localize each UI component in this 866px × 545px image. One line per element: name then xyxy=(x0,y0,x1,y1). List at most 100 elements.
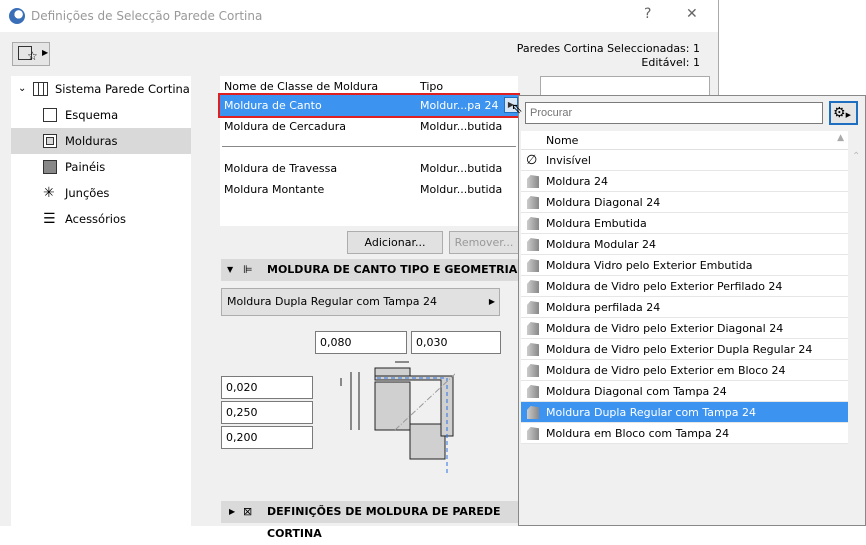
add-button[interactable]: Adicionar... xyxy=(347,231,443,254)
item-label: Moldura de Vidro pelo Exterior Diagonal … xyxy=(546,322,784,335)
sidebar-item-label: Junções xyxy=(65,186,110,200)
item-label: Moldura de Vidro pelo Exterior Dupla Reg… xyxy=(546,343,813,356)
row-name: Moldura de Travessa xyxy=(224,162,338,175)
column-type[interactable]: Tipo xyxy=(420,76,443,97)
frame-profile-icon xyxy=(527,175,539,188)
sidebar-item-esquema[interactable]: Esquema xyxy=(11,102,191,128)
row-type: Moldur...pa 24 xyxy=(420,99,499,112)
offset-input[interactable]: 0,020 xyxy=(221,376,313,399)
app-logo-icon xyxy=(9,8,25,24)
section-title: MOLDURA DE CANTO TIPO E GEOMETRIA xyxy=(267,263,518,276)
list-item[interactable]: Moldura em Bloco com Tampa 24 xyxy=(521,423,848,444)
frame-class-table: Nome de Classe de Moldura Tipo Moldura d… xyxy=(218,76,520,226)
list-item[interactable]: Moldura perfilada 24 xyxy=(521,297,848,318)
sidebar-item-molduras[interactable]: Molduras xyxy=(11,128,191,154)
item-label: Moldura de Vidro pelo Exterior Perfilado… xyxy=(546,280,783,293)
list-item[interactable]: Moldura Embutida xyxy=(521,213,848,234)
gear-icon[interactable]: ⚙▶ xyxy=(829,101,858,125)
chevron-down-icon: ⌄ xyxy=(18,83,27,94)
list-item[interactable]: Moldura Modular 24 xyxy=(521,234,848,255)
item-label: Invisível xyxy=(546,154,591,167)
frame-profile-icon xyxy=(527,322,539,335)
selection-info: Paredes Cortina Seleccionadas: 1 Editáve… xyxy=(517,42,700,70)
accessories-icon: ☰ xyxy=(43,211,56,227)
frame-profile-icon xyxy=(527,196,539,209)
item-label: Moldura Vidro pelo Exterior Embutida xyxy=(546,259,753,272)
preview xyxy=(540,76,710,96)
geometry-section-header[interactable]: ▼ ⊫ MOLDURA DE CANTO TIPO E GEOMETRIA xyxy=(221,259,518,281)
width-input[interactable]: 0,080 xyxy=(315,331,407,354)
selected-count: Paredes Cortina Seleccionadas: 1 xyxy=(516,42,700,55)
help-button[interactable]: ? xyxy=(644,6,651,22)
sidebar-root[interactable]: ⌄ Sistema Parede Cortina xyxy=(11,76,191,102)
list-item[interactable]: Moldura Dupla Regular com Tampa 24 xyxy=(521,402,848,423)
sidebar-item-juncoes[interactable]: ✳ Junções xyxy=(11,180,191,206)
junctions-icon: ✳ xyxy=(43,185,55,201)
frame-profile-icon xyxy=(527,364,539,377)
editable-count: Editável: 1 xyxy=(641,56,700,69)
search-input[interactable] xyxy=(525,102,823,124)
frame-profile-icon xyxy=(527,385,539,398)
sidebar-item-label: Esquema xyxy=(65,108,119,122)
favorites-button[interactable]: ☆ ▶ xyxy=(12,42,50,66)
list-item[interactable]: Moldura de Vidro pelo Exterior Diagonal … xyxy=(521,318,848,339)
sidebar-item-label: Painéis xyxy=(65,160,106,174)
item-label: Moldura perfilada 24 xyxy=(546,301,661,314)
sidebar-item-label: Acessórios xyxy=(65,212,127,226)
frame-profile-icon xyxy=(527,343,539,356)
frame-profile-icon xyxy=(527,280,539,293)
column-name[interactable]: Nome de Classe de Moldura xyxy=(224,76,378,97)
invisible-icon: ∅ xyxy=(526,153,538,168)
item-label: Moldura Diagonal com Tampa 24 xyxy=(546,385,727,398)
depth-input[interactable]: 0,250 xyxy=(221,401,313,424)
frames-icon xyxy=(43,134,57,148)
section-title: DEFINIÇÕES DE MOLDURA DE PAREDE CORTINA xyxy=(267,505,501,540)
sidebar-item-paineis[interactable]: Painéis xyxy=(11,154,191,180)
list-item[interactable]: ∅ Invisível xyxy=(521,150,848,171)
dialog-title: Definições de Selecção Parede Cortina xyxy=(31,9,263,23)
table-row[interactable]: Moldura de Travessa Moldur...butida xyxy=(220,158,518,179)
cap-width-input[interactable]: 0,030 xyxy=(411,331,501,354)
chevron-right-icon: ▶ xyxy=(488,297,495,306)
item-label: Moldura em Bloco com Tampa 24 xyxy=(546,427,730,440)
frame-type-value: Moldura Dupla Regular com Tampa 24 xyxy=(227,295,437,308)
frame-profile-icon xyxy=(527,427,539,440)
list-item[interactable]: Moldura Vidro pelo Exterior Embutida xyxy=(521,255,848,276)
table-header: Nome de Classe de Moldura Tipo xyxy=(220,76,518,97)
item-label: Moldura de Vidro pelo Exterior em Bloco … xyxy=(546,364,786,377)
close-button[interactable]: ✕ xyxy=(686,6,698,22)
depth2-input[interactable]: 0,200 xyxy=(221,426,313,449)
frame-profile-icon xyxy=(527,217,539,230)
frame-type-dropdown[interactable]: Moldura Dupla Regular com Tampa 24 ▶ xyxy=(221,288,500,316)
settings-icon: ⊠ xyxy=(243,505,253,518)
list-item[interactable]: Moldura de Vidro pelo Exterior Dupla Reg… xyxy=(521,339,848,360)
sidebar-root-label: Sistema Parede Cortina xyxy=(55,82,190,96)
row-name: Moldura de Cercadura xyxy=(224,120,346,133)
row-type: Moldur...butida xyxy=(420,120,503,133)
column-header-name[interactable]: Nome ▲ xyxy=(521,131,848,150)
list-item[interactable]: Moldura Diagonal 24 xyxy=(521,192,848,213)
table-row[interactable]: Moldura Montante Moldur...butida xyxy=(220,179,518,200)
list-item[interactable]: Moldura 24 xyxy=(521,171,848,192)
list-item[interactable]: Moldura Diagonal com Tampa 24 xyxy=(521,381,848,402)
list-item[interactable]: Moldura de Vidro pelo Exterior em Bloco … xyxy=(521,360,848,381)
title-bar: Definições de Selecção Parede Cortina ? … xyxy=(0,0,718,32)
row-name: Moldura Montante xyxy=(224,183,325,196)
list-item[interactable]: Moldura de Vidro pelo Exterior Perfilado… xyxy=(521,276,848,297)
frame-profile-icon xyxy=(527,301,539,314)
frame-type-icon: ⊫ xyxy=(243,263,253,276)
column-label: Nome xyxy=(546,134,579,147)
settings-section-header[interactable]: ▶ ⊠ DEFINIÇÕES DE MOLDURA DE PAREDE CORT… xyxy=(221,501,518,540)
table-row[interactable]: Moldura de Cercadura Moldur...butida xyxy=(220,116,518,137)
table-row-selected[interactable]: Moldura de Canto Moldur...pa 24 ▶ xyxy=(218,93,520,118)
divider xyxy=(222,146,516,147)
row-type: Moldur...butida xyxy=(420,162,503,175)
frame-type-popup: ⚙▶ Nome ▲ ∅ Invisível Moldura 24 Moldura Di… xyxy=(518,95,866,526)
item-label: Moldura Modular 24 xyxy=(546,238,656,251)
remove-button[interactable]: Remover... xyxy=(449,231,519,254)
scroll-up-icon[interactable]: ⌃ xyxy=(852,151,860,162)
collapse-arrow-icon: ▼ xyxy=(227,265,234,274)
item-label: Moldura Dupla Regular com Tampa 24 xyxy=(546,406,756,419)
mouse-cursor-icon: ⇖ xyxy=(511,101,523,117)
sidebar-item-acessorios[interactable]: ☰ Acessórios xyxy=(11,206,191,232)
